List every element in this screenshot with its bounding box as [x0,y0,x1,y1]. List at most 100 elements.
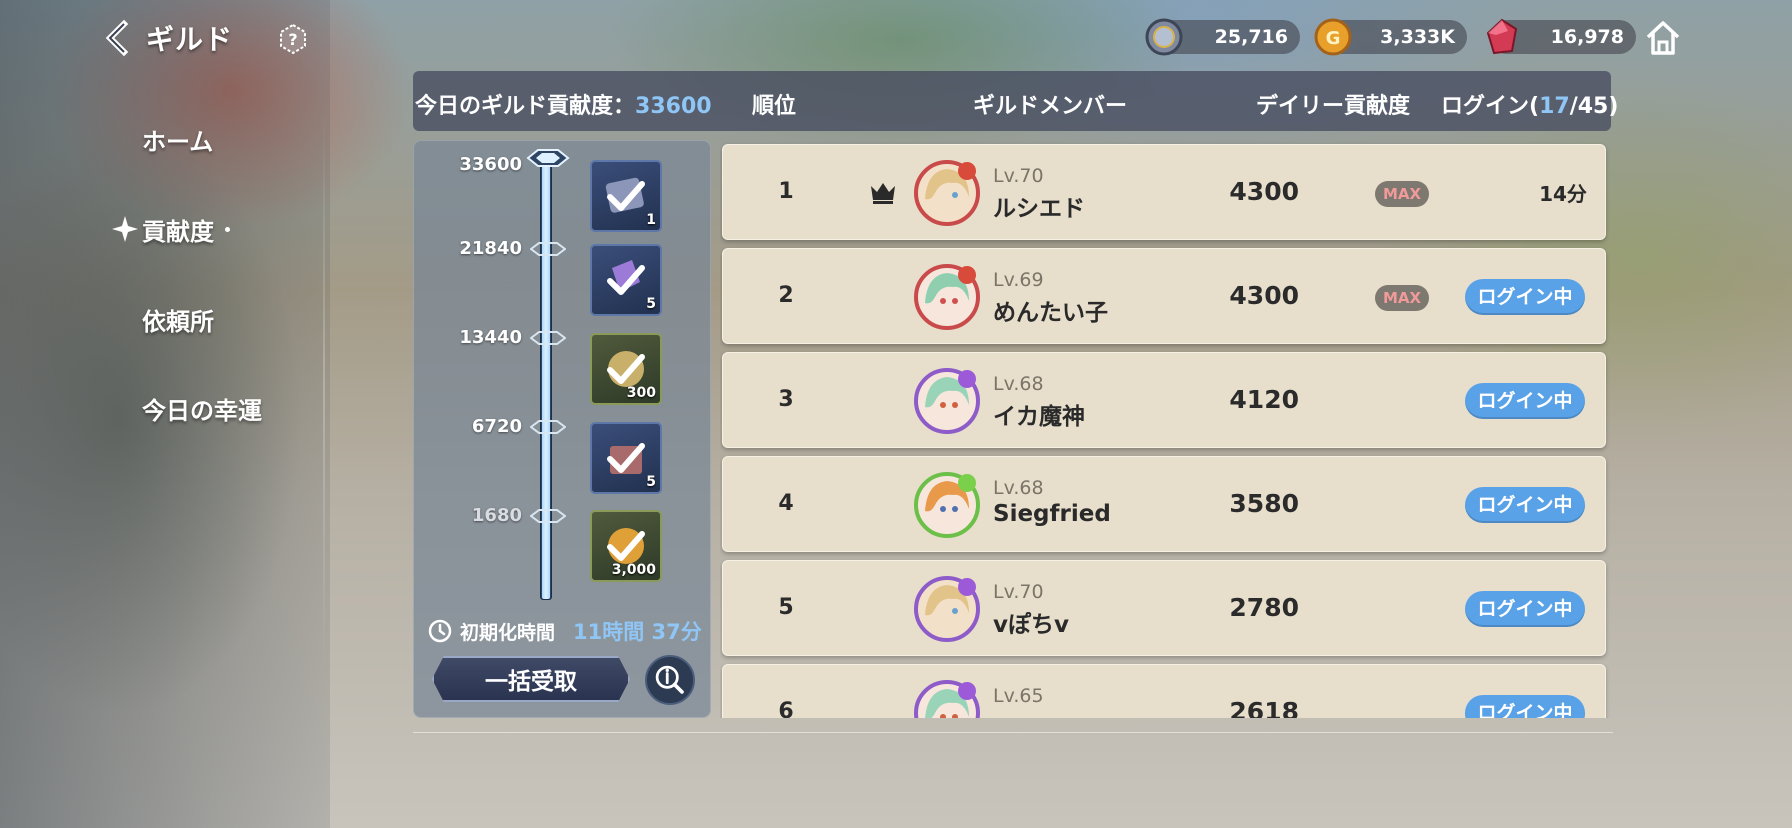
member-row[interactable]: 5 Lv.70 vぽちv 2780 ログイン中 [722,560,1606,656]
online-status-badge: ログイン中 [1465,487,1585,523]
milestone-value: 13440 [459,327,522,348]
today-contribution-label: 今日のギルド貢献度： [415,94,636,119]
member-name: めんたい子 [993,300,1108,326]
silver-amount: 25,716 [1214,26,1288,48]
column-member: ギルドメンバー [973,94,1128,119]
gold-coin-icon: G [1314,18,1352,56]
milestone-marker-icon [530,242,566,256]
milestone-value: 21840 [459,238,522,259]
sidebar-item-contribution[interactable]: 貢献度 [142,212,214,247]
member-rank: 5 [778,595,794,620]
member-level: Lv.65 [993,685,1044,707]
reward-box[interactable]: 5 [590,422,662,494]
reward-chest[interactable]: 1 [590,160,662,232]
divider [413,732,1613,733]
gem-currency[interactable]: 16,978 [1486,18,1636,55]
progress-track [540,155,552,600]
member-row[interactable]: 4 Lv.68 Siegfried 3580 ログイン中 [722,456,1606,552]
member-level: Lv.68 [993,373,1044,395]
member-last-login: 14分 [1539,182,1587,206]
avatar [914,680,980,718]
sidebar-item-home[interactable]: ホーム [142,122,213,157]
member-contribution: 2780 [1229,593,1299,622]
milestone-marker-icon [530,509,566,523]
member-rank: 6 [778,699,794,718]
silver-coin-icon [1145,18,1183,56]
reset-label: 初期化時間 [460,621,556,644]
reward-quantity: 3,000 [611,562,656,578]
online-status-badge: ログイン中 [1465,591,1585,627]
home-icon[interactable] [1643,18,1683,58]
member-contribution: 4300 [1229,177,1299,206]
help-icon[interactable]: ? [277,23,309,55]
member-row[interactable]: 1 Lv.70 ルシエド 4300 MAX 14分 [722,144,1606,240]
gold-currency[interactable]: G 3,333K [1314,18,1467,56]
member-name: vぽちv [993,612,1069,638]
avatar [914,264,980,330]
avatar [914,160,980,226]
member-level: Lv.70 [993,165,1044,187]
column-rank: 順位 [752,94,797,119]
table-header: 今日のギルド貢献度：33600 順位 ギルドメンバー デイリー貢献度 ログイン(… [413,71,1618,131]
member-rank: 4 [778,491,794,516]
sparkle-icon [112,216,138,242]
sidebar-item-fortune[interactable]: 今日の幸運 [142,391,262,426]
reward-quantity: 300 [626,385,656,401]
reward-gold[interactable]: 3,000 [590,510,662,582]
login-label: ログイン( [1441,94,1540,119]
avatar [914,576,980,642]
milestone-marker-icon [530,331,566,345]
member-rank: 3 [778,387,794,412]
today-contribution: 今日のギルド貢献度：33600 [415,88,712,120]
member-name: ルシエド [993,196,1085,222]
online-status-badge: ログイン中 [1465,695,1585,718]
check-icon [607,260,645,295]
member-level: Lv.68 [993,477,1044,499]
check-icon [607,443,645,474]
online-status-badge: ログイン中 [1465,383,1585,419]
sidebar-divider [323,110,325,670]
gem-amount: 16,978 [1550,26,1624,48]
member-contribution: 3580 [1229,489,1299,518]
sidebar-item-request[interactable]: 依頼所 [142,302,214,337]
today-contribution-value: 33600 [635,94,712,119]
red-gem-icon [1486,18,1518,55]
member-name: イカ魔神 [993,404,1085,430]
silver-currency[interactable]: 25,716 [1145,18,1300,56]
member-level: Lv.69 [993,269,1044,291]
magnifier-info-icon[interactable] [645,655,695,705]
member-rank: 1 [778,179,794,204]
member-rank: 2 [778,283,794,308]
login-online-count: 17 [1539,94,1570,119]
reset-time: 11時間 37分 [573,620,702,644]
reset-timer: 初期化時間 11時間 37分 [428,616,702,646]
milestone-value: 33600 [459,154,522,175]
reward-quantity: 5 [646,474,656,490]
reward-crystal[interactable]: 5 [590,244,662,316]
milestone-value: 6720 [471,416,522,437]
milestone-marker-icon [530,420,566,434]
clock-icon [428,619,452,643]
member-contribution: 2618 [1229,697,1299,718]
reward-quantity: 1 [646,212,656,228]
avatar [914,472,980,538]
svg-text:?: ? [288,30,297,49]
online-status-badge: ログイン中 [1465,279,1585,315]
column-login: ログイン(17/45) [1441,88,1618,120]
member-row[interactable]: 3 Lv.68 イカ魔神 4120 ログイン中 [722,352,1606,448]
crown-icon [871,183,895,204]
reward-quantity: 5 [646,296,656,312]
member-row[interactable]: 6 Lv.65 2618 ログイン中 [722,664,1606,718]
avatar [914,368,980,434]
check-icon [605,177,645,213]
max-badge: MAX [1375,285,1429,311]
member-row[interactable]: 2 Lv.69 めんたい子 4300 MAX ログイン中 [722,248,1606,344]
svg-text:G: G [1326,28,1341,49]
member-name: Siegfried [993,501,1111,527]
column-daily: デイリー貢献度 [1256,94,1411,119]
progress-cap-icon [526,149,570,167]
member-list[interactable]: 1 Lv.70 ルシエド 4300 MAX 14分 2 Lv.69 めんたい子 … [720,140,1610,718]
reward-coins[interactable]: 300 [590,333,662,405]
back-arrow-icon[interactable] [98,18,138,58]
claim-all-button[interactable]: 一括受取 [432,656,630,702]
